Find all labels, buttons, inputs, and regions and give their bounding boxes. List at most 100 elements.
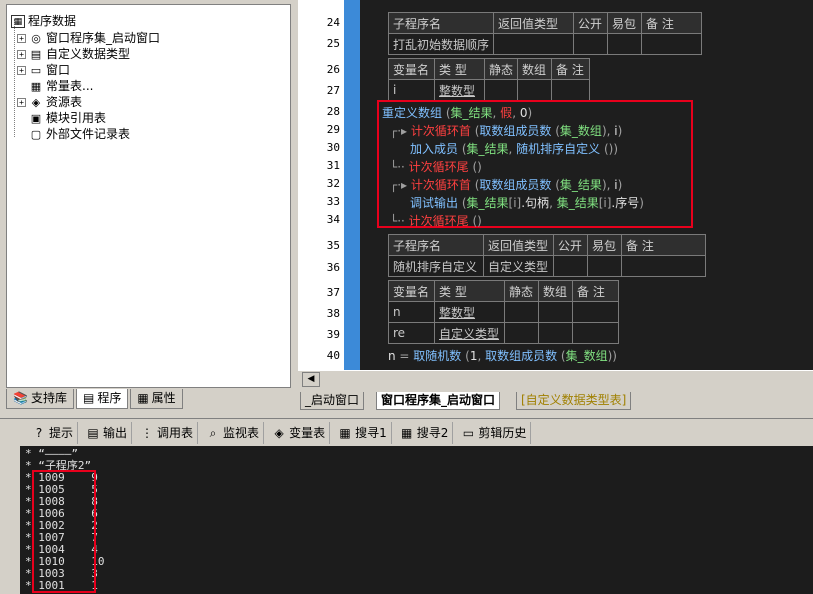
tree-item-label: 窗口	[46, 63, 71, 77]
col-header: 易包	[587, 234, 622, 256]
file-icon: ▢	[30, 127, 42, 141]
code-editor[interactable]: 子程序名 返回值类型 公开 易包 备 注 打乱初始数据顺序 变量名 类 型 静态…	[360, 0, 813, 370]
col-header: 变量名	[388, 280, 435, 302]
sub-name-cell[interactable]: 打乱初始数据顺序	[387, 33, 495, 55]
cell[interactable]	[572, 322, 619, 344]
cell[interactable]	[483, 79, 519, 101]
col-header: 子程序名	[387, 12, 495, 34]
code-line-34[interactable]: └·· 计次循环尾 ()	[390, 212, 482, 229]
tab-custom-types[interactable]: [自定义数据类型表]	[516, 392, 632, 410]
code-line-31[interactable]: └·· 计次循环尾 ()	[390, 158, 482, 175]
cell[interactable]	[517, 79, 553, 101]
arg: 集_结果	[450, 106, 493, 120]
tree-item-label: 外部文件记录表	[46, 127, 131, 141]
tree-item-label: 模块引用表	[46, 111, 107, 125]
tree-item-custom-types[interactable]: + ▤ 自定义数据类型	[17, 46, 130, 62]
var-name-cell[interactable]: i	[388, 79, 435, 101]
line-number: 37	[326, 286, 340, 299]
project-tree[interactable]: ▦ 程序数据 + ◎ 窗口程序集_启动窗口 + ▤ 自定义数据类型 + ▭ 窗口 ▦ 常量表..…	[6, 4, 291, 388]
toolbar-label: 输出	[103, 425, 128, 440]
cell[interactable]	[587, 255, 622, 277]
var-name-cell[interactable]: re	[388, 322, 435, 344]
assembly-icon: ◎	[31, 31, 41, 45]
scroll-left-icon[interactable]: ◀	[302, 372, 320, 387]
tree-root[interactable]: ▦ 程序数据	[11, 13, 76, 29]
breakpoint-margin[interactable]	[344, 0, 360, 370]
tab-variables[interactable]: ◈ 变量表	[268, 421, 331, 444]
code-line-28[interactable]: 重定义数组 (集_结果, 假, 0)	[382, 104, 532, 121]
cell[interactable]	[607, 33, 643, 55]
col-header: 公开	[573, 12, 609, 34]
code-line-33[interactable]: 调试输出 (集_结果[i].句柄, 集_结果[i].序号)	[410, 194, 644, 211]
expand-icon[interactable]: +	[17, 97, 26, 107]
tree-item-external-files[interactable]: ▢ 外部文件记录表	[29, 126, 130, 142]
expand-icon[interactable]: +	[17, 33, 26, 43]
tab-search2[interactable]: ▦ 搜寻2	[396, 421, 454, 444]
cell[interactable]	[504, 322, 539, 344]
tree-item-label: 资源表	[46, 95, 83, 109]
tree-item-modules[interactable]: ▣ 模块引用表	[29, 110, 106, 126]
return-type-cell[interactable]: 自定义类型	[483, 255, 554, 277]
arg: 集_结果	[466, 142, 509, 156]
tab-call-stack[interactable]: ⋮ 调用表	[136, 421, 199, 444]
var-type-cell[interactable]: 整数型	[434, 301, 505, 323]
code-line-40[interactable]: n = 取随机数 (1, 取数组成员数 (集_数组))	[388, 347, 617, 364]
tab-clip-history[interactable]: ▭ 剪辑历史	[457, 421, 532, 444]
loop-keyword: 计次循环首	[410, 124, 471, 138]
tree-item-resources[interactable]: + ◈ 资源表	[17, 94, 82, 110]
tab-support-library[interactable]: 📚 支持库	[6, 389, 74, 409]
tab-properties[interactable]: ▦ 属性	[130, 389, 183, 409]
col-header: 备 注	[621, 234, 706, 256]
cell[interactable]	[573, 33, 609, 55]
cell[interactable]	[572, 301, 619, 323]
cell[interactable]	[504, 301, 539, 323]
member: .句柄	[521, 196, 550, 210]
tab-program[interactable]: ▤ 程序	[75, 389, 129, 409]
cell[interactable]	[538, 301, 573, 323]
var-type-cell[interactable]: 整数型	[434, 79, 485, 101]
var-type-cell[interactable]: 自定义类型	[434, 322, 505, 344]
line-number: 29	[326, 123, 340, 136]
tab-hint[interactable]: ? 提示	[28, 421, 79, 444]
col-header: 数组	[538, 280, 573, 302]
tree-item-constants[interactable]: ▦ 常量表...	[29, 78, 94, 94]
tree-item-assembly[interactable]: + ◎ 窗口程序集_启动窗口	[17, 30, 160, 46]
datatype-icon: ▤	[30, 47, 42, 61]
expand-icon[interactable]: +	[17, 49, 26, 59]
tab-output[interactable]: ▤ 输出	[82, 421, 133, 444]
code-line-32[interactable]: ┌·▸ 计次循环首 (取数组成员数 (集_结果), i)	[390, 176, 622, 193]
cell[interactable]	[553, 255, 588, 277]
toolbar-label: 调用表	[157, 425, 194, 440]
horizontal-scrollbar[interactable]	[298, 370, 813, 388]
cell[interactable]	[621, 255, 706, 277]
col-header: 返回值类型	[483, 234, 554, 256]
expand-icon[interactable]: +	[17, 65, 26, 75]
tree-item-window[interactable]: + ▭ 窗口	[17, 62, 70, 78]
col-header: 返回值类型	[493, 12, 575, 34]
tab-search1[interactable]: ▦ 搜寻1	[334, 421, 392, 444]
tab-window-assembly[interactable]: 窗口程序集_启动窗口	[376, 392, 501, 410]
code-line-29[interactable]: ┌·▸ 计次循环首 (取数组成员数 (集_数组), i)	[390, 122, 622, 139]
output-panel[interactable]: * “————” * “子程序2” * 1009 9 * 1005 5 * 10…	[20, 446, 813, 594]
col-header: 备 注	[551, 58, 591, 80]
left-tabs: 📚 支持库 ▤ 程序 ▦ 属性	[6, 389, 291, 409]
loop-keyword: 计次循环尾	[408, 214, 469, 228]
arg: 假	[500, 106, 513, 120]
cell[interactable]	[538, 322, 573, 344]
cell[interactable]	[493, 33, 575, 55]
code-line-30[interactable]: 加入成员 (集_结果, 随机排序自定义 ())	[410, 140, 618, 157]
cell[interactable]	[641, 33, 703, 55]
var2-table: 变量名 类 型 静态 数组 备 注 n 整数型 re 自定义类型	[388, 280, 619, 344]
col-header: 静态	[504, 280, 539, 302]
tab-startup-window[interactable]: _启动窗口	[300, 392, 365, 410]
cell[interactable]	[551, 79, 591, 101]
fn-name: 重定义数组	[382, 106, 443, 120]
search-icon: ▦	[339, 425, 351, 440]
col-header: 类 型	[434, 280, 505, 302]
fn-name: 加入成员	[410, 142, 459, 156]
sub-name-cell[interactable]: 随机排序自定义	[388, 255, 484, 277]
col-header: 备 注	[572, 280, 619, 302]
loop-keyword: 计次循环尾	[408, 160, 469, 174]
var-name-cell[interactable]: n	[388, 301, 435, 323]
tab-watch[interactable]: ⌕ 监视表	[202, 421, 265, 444]
